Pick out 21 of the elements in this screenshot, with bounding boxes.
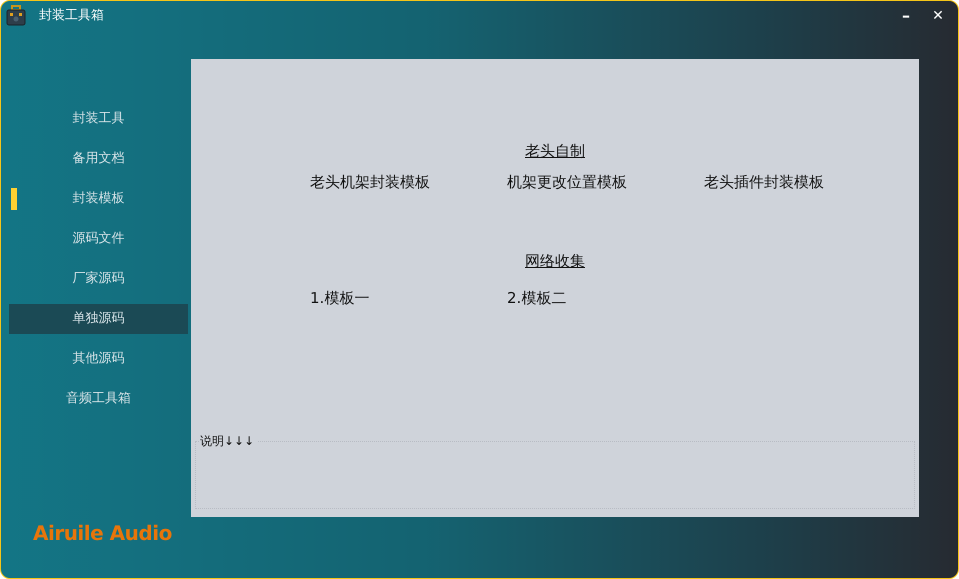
sidebar-item[interactable]: 单独源码	[9, 304, 188, 334]
sidebar-item[interactable]: 封装模板	[9, 184, 188, 214]
template-link[interactable]: 老头插件封装模板	[704, 170, 824, 194]
template-link[interactable]: 1.模板一	[310, 286, 370, 310]
minimize-button[interactable]: –	[894, 4, 918, 28]
section-heading: 老头自制	[525, 140, 585, 162]
close-button[interactable]: ✕	[926, 4, 950, 28]
notes-legend: 说明↓↓↓	[200, 432, 258, 450]
window-title: 封装工具箱	[39, 7, 104, 26]
sidebar-item[interactable]: 厂家源码	[9, 264, 188, 294]
sidebar-item[interactable]: 封装工具	[9, 104, 188, 134]
sidebar-item[interactable]: 源码文件	[9, 224, 188, 254]
sidebar-item[interactable]: 备用文档	[9, 144, 188, 174]
template-link[interactable]: 老头机架封装模板	[310, 170, 430, 194]
sidebar-item[interactable]: 其他源码	[9, 344, 188, 374]
sidebar-item[interactable]: 音频工具箱	[9, 384, 188, 414]
template-link[interactable]: 2.模板二	[507, 286, 566, 310]
toolbox-icon	[5, 5, 27, 27]
template-link[interactable]: 机架更改位置模板	[507, 170, 627, 194]
section-heading: 网络收集	[525, 250, 585, 272]
brand-logo-text: Airuile Audio	[33, 520, 173, 547]
